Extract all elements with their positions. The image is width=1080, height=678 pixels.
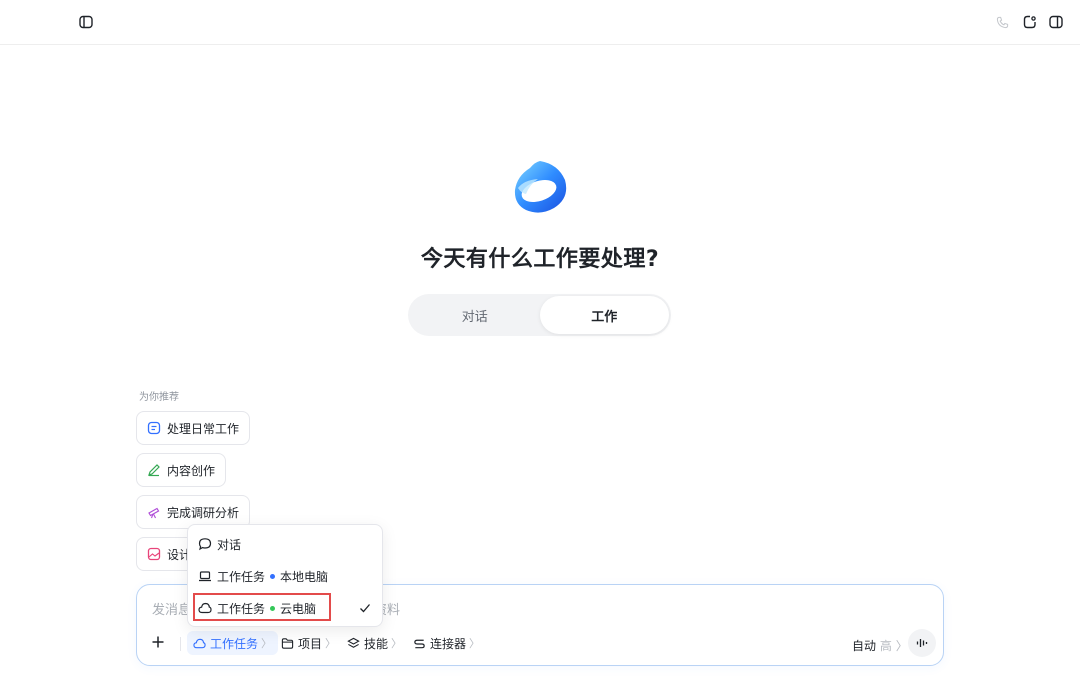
chevron-right-icon: 〉 (325, 637, 337, 650)
top-bar (0, 0, 1080, 45)
toolbar-divider (180, 637, 181, 651)
telescope-icon (147, 505, 161, 519)
suggestion-chip-content-creation[interactable]: 内容创作 (136, 453, 227, 487)
voice-waveform-icon (916, 639, 928, 647)
cloud-icon (193, 637, 206, 650)
chat-bubble-icon (198, 537, 212, 551)
chevron-right-icon: 〉 (261, 637, 273, 650)
check-icon (360, 604, 370, 613)
tool-label: 项目 (298, 636, 323, 651)
voice-input-button[interactable] (908, 629, 936, 657)
cloud-icon (198, 601, 212, 615)
recommend-label: 为你推荐 (139, 392, 179, 403)
menu-item-label: 工作任务 (217, 569, 266, 584)
menu-item-label: 工作任务 (217, 601, 266, 616)
menu-item-sublabel: 本地电脑 (280, 569, 329, 584)
document-icon (147, 421, 161, 435)
work-task-mode-button[interactable]: 工作任务 〉 (187, 631, 279, 655)
message-input-placeholder[interactable]: 发消息 (152, 599, 191, 618)
pen-icon (147, 463, 161, 477)
tab-work[interactable]: 工作 (539, 296, 669, 334)
image-icon (147, 547, 161, 561)
mode-switch: 对话 工作 (408, 294, 671, 336)
tool-label: 工作任务 (210, 636, 259, 651)
new-chat-button[interactable] (1020, 12, 1040, 32)
folder-icon (281, 637, 294, 650)
project-button[interactable]: 项目 〉 (275, 631, 342, 655)
connector-icon (413, 637, 426, 650)
menu-item-work-task-local[interactable]: 工作任务 本地电脑 (188, 562, 384, 590)
model-selector[interactable]: 自动 高 〉 (852, 637, 908, 654)
chevron-right-icon: 〉 (391, 637, 403, 650)
model-selector-level: 高 (879, 639, 892, 653)
sidebar-toggle-icon (79, 15, 93, 29)
connector-button[interactable]: 连接器 〉 (407, 631, 486, 655)
plus-icon (152, 636, 164, 648)
menu-item-chat[interactable]: 对话 (188, 530, 384, 558)
menu-item-sublabel: 云电脑 (280, 601, 317, 616)
menu-item-label: 对话 (217, 537, 242, 552)
chevron-right-icon: 〉 (895, 639, 908, 653)
page-title: 今天有什么工作要处理? (420, 247, 660, 272)
tool-label: 连接器 (430, 636, 467, 651)
chip-label: 处理日常工作 (167, 421, 240, 436)
laptop-icon (198, 569, 212, 583)
app-logo-icon (514, 161, 567, 213)
phone-icon (996, 16, 1008, 28)
menu-item-work-task-cloud[interactable]: 工作任务 云电脑 (188, 594, 384, 622)
side-panel-button[interactable] (1046, 12, 1066, 32)
layers-icon (347, 637, 360, 650)
add-attachment-button[interactable] (151, 633, 165, 651)
side-panel-icon (1049, 15, 1063, 29)
chevron-right-icon: 〉 (469, 637, 481, 650)
suggestion-chip-daily-work[interactable]: 处理日常工作 (136, 411, 251, 445)
call-button[interactable] (992, 12, 1012, 32)
sidebar-toggle-button[interactable] (76, 12, 96, 32)
status-dot (270, 573, 276, 579)
new-chat-icon (1023, 15, 1036, 29)
chip-label: 完成调研分析 (167, 505, 240, 520)
tool-label: 技能 (364, 636, 389, 651)
status-dot (270, 605, 276, 611)
model-selector-label: 自动 (852, 639, 877, 653)
mode-dropdown-menu: 对话 工作任务 本地电脑 工作任务 云电脑 (187, 524, 383, 627)
tab-chat[interactable]: 对话 (410, 296, 540, 334)
skills-button[interactable]: 技能 〉 (341, 631, 408, 655)
chip-label: 内容创作 (167, 463, 216, 478)
